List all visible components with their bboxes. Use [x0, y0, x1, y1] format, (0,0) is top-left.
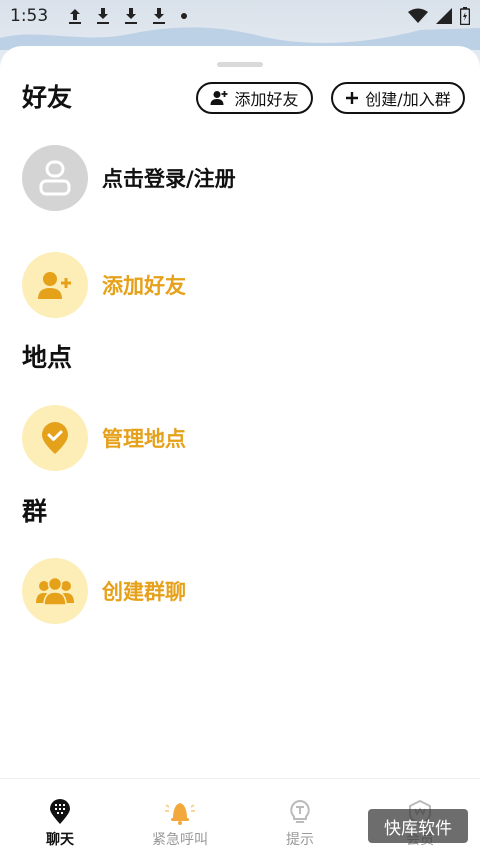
login-register-label: 点击登录/注册 [102, 167, 236, 191]
download-icon [97, 8, 110, 24]
add-friend-circle [22, 252, 88, 318]
login-register-row[interactable]: 点击登录/注册 [22, 145, 236, 211]
avatar [22, 145, 88, 211]
tab-chat[interactable]: 聊天 [0, 779, 120, 853]
manage-places-circle [22, 405, 88, 471]
lightbulb-icon [290, 799, 310, 823]
tab-emergency-call-label: 紧急呼叫 [152, 832, 208, 848]
battery-icon [460, 7, 470, 25]
add-friend-row[interactable]: 添加好友 [22, 252, 186, 318]
status-time: 1:53 [10, 6, 49, 26]
tab-tips-label: 提示 [286, 832, 314, 848]
status-notification-icons [68, 7, 188, 25]
manage-places-label: 管理地点 [102, 427, 186, 451]
user-placeholder-icon [39, 160, 71, 196]
friends-section-title: 好友 [22, 83, 73, 112]
bell-icon [165, 803, 195, 825]
chat-grid-icon [50, 799, 70, 824]
download-icon [153, 8, 166, 24]
group-people-icon [36, 576, 74, 606]
tab-tips[interactable]: 提示 [240, 779, 360, 853]
sheet-drag-handle[interactable] [217, 62, 263, 67]
create-group-chat-label: 创建群聊 [102, 580, 186, 604]
add-friend-row-label: 添加好友 [102, 274, 186, 298]
add-friend-button-label: 添加好友 [234, 90, 299, 109]
add-person-icon [210, 91, 228, 105]
manage-places-row[interactable]: 管理地点 [22, 405, 186, 471]
groups-section-title: 群 [22, 497, 48, 526]
create-group-circle [22, 558, 88, 624]
location-check-icon [42, 422, 68, 454]
dot-icon [181, 13, 188, 19]
tab-chat-label: 聊天 [46, 832, 74, 848]
create-group-chat-row[interactable]: 创建群聊 [22, 558, 186, 624]
status-system-icons [408, 7, 470, 25]
create-join-group-button-label: 创建/加入群 [365, 90, 451, 109]
download-icon [125, 8, 138, 24]
add-person-icon [38, 272, 71, 299]
upload-icon [69, 9, 82, 24]
wifi-icon [408, 8, 428, 23]
plus-icon [346, 92, 359, 104]
add-friend-button[interactable]: 添加好友 [196, 82, 313, 114]
create-join-group-button[interactable]: 创建/加入群 [331, 82, 465, 114]
tab-emergency-call[interactable]: 紧急呼叫 [120, 779, 240, 853]
status-bar: 1:53 [0, 0, 480, 32]
bottom-sheet: 好友 添加好友 创建/加入群 点击登录/注册 添加好友 地点 管理地点 群 创建… [0, 46, 480, 853]
places-section-title: 地点 [22, 343, 73, 372]
watermark: 快库软件 [368, 809, 468, 843]
signal-icon [436, 8, 452, 24]
